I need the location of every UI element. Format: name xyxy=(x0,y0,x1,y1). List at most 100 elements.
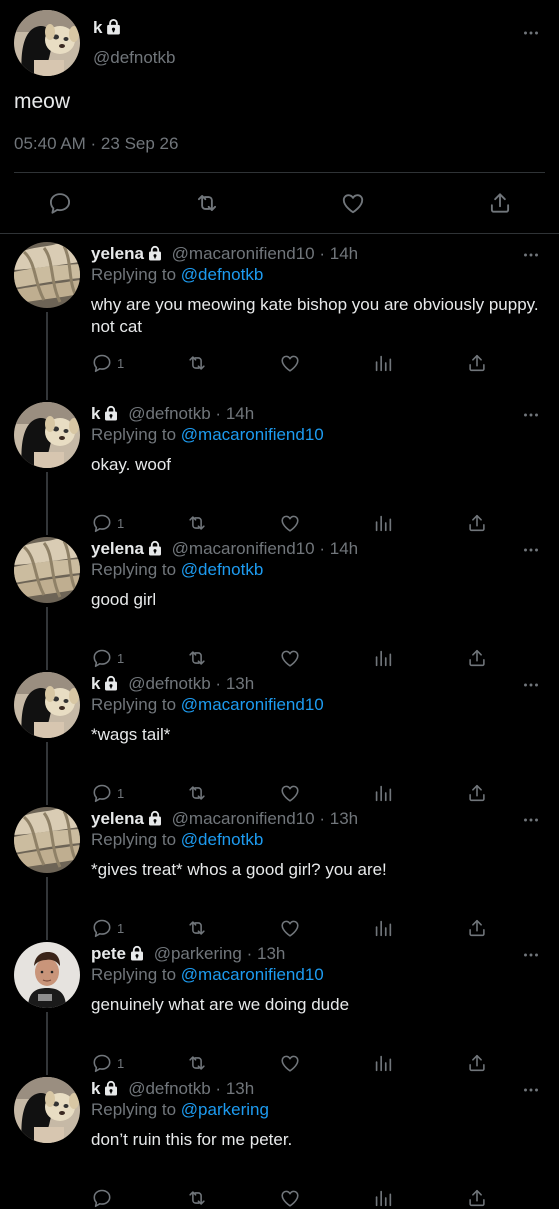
reply-author-name[interactable]: k xyxy=(91,1079,100,1098)
reply-button[interactable] xyxy=(91,917,113,939)
replying-to-link[interactable]: @parkering xyxy=(181,1100,269,1119)
view-stats-button[interactable] xyxy=(372,1052,394,1074)
retweet-button[interactable] xyxy=(194,190,220,216)
more-options-icon[interactable] xyxy=(520,22,542,44)
replying-to-link[interactable]: @defnotkb xyxy=(181,830,263,849)
reply-button[interactable] xyxy=(91,352,113,374)
like-button[interactable] xyxy=(279,352,301,374)
protected-lock-icon xyxy=(103,1080,119,1096)
like-button[interactable] xyxy=(279,1187,301,1209)
reply-text: good girl xyxy=(91,590,157,609)
reply-button[interactable] xyxy=(91,512,113,534)
retweet-button[interactable] xyxy=(186,917,208,939)
reply-author-handle[interactable]: @defnotkb xyxy=(128,404,210,423)
reply-author-handle[interactable]: @macaronifiend10 xyxy=(172,539,315,558)
tweet-timestamp[interactable]: 05:40 AM · 23 Sep 26 xyxy=(14,134,178,154)
reply-time[interactable]: 14h xyxy=(226,404,254,423)
share-button[interactable] xyxy=(466,352,488,374)
share-button[interactable] xyxy=(466,512,488,534)
reply-button[interactable] xyxy=(91,782,113,804)
share-button[interactable] xyxy=(466,782,488,804)
more-options-icon[interactable] xyxy=(520,944,542,966)
reply-button[interactable] xyxy=(91,1187,113,1209)
reply-author-handle[interactable]: @defnotkb xyxy=(128,1079,210,1098)
reply-author-name[interactable]: k xyxy=(91,674,100,693)
more-options-icon[interactable] xyxy=(520,404,542,426)
view-stats-button[interactable] xyxy=(372,647,394,669)
reply-icon xyxy=(91,1187,113,1209)
retweet-button[interactable] xyxy=(186,1187,208,1209)
avatar[interactable] xyxy=(14,942,80,1008)
share-button[interactable] xyxy=(466,647,488,669)
avatar[interactable] xyxy=(14,242,80,308)
like-button[interactable] xyxy=(279,512,301,534)
reply-time[interactable]: 13h xyxy=(226,1079,254,1098)
analytics-icon xyxy=(372,352,394,374)
heart-icon xyxy=(279,1187,301,1209)
reply-author-name[interactable]: yelena xyxy=(91,244,144,263)
like-button[interactable] xyxy=(279,782,301,804)
replying-to-link[interactable]: @macaronifiend10 xyxy=(181,965,324,984)
reply-header: k @defnotkb · 13h xyxy=(91,674,254,694)
reply-author-name[interactable]: yelena xyxy=(91,809,144,828)
avatar[interactable] xyxy=(14,537,80,603)
like-button[interactable] xyxy=(279,647,301,669)
author-name[interactable]: k xyxy=(93,18,102,37)
reply-author-name[interactable]: k xyxy=(91,404,100,423)
reply-author-handle[interactable]: @macaronifiend10 xyxy=(172,244,315,263)
reply-author-handle[interactable]: @defnotkb xyxy=(128,674,210,693)
meta-separator: · xyxy=(215,674,222,693)
view-stats-button[interactable] xyxy=(372,352,394,374)
avatar[interactable] xyxy=(14,10,80,76)
share-icon xyxy=(487,190,513,216)
more-options-icon[interactable] xyxy=(520,539,542,561)
retweet-icon xyxy=(186,782,208,804)
reply-time[interactable]: 14h xyxy=(330,539,358,558)
avatar[interactable] xyxy=(14,807,80,873)
retweet-button[interactable] xyxy=(186,1052,208,1074)
replying-to-link[interactable]: @macaronifiend10 xyxy=(181,695,324,714)
retweet-button[interactable] xyxy=(186,352,208,374)
replying-to-link[interactable]: @defnotkb xyxy=(181,265,263,284)
view-stats-button[interactable] xyxy=(372,512,394,534)
reply-button[interactable] xyxy=(91,647,113,669)
reply-button[interactable] xyxy=(47,190,73,216)
reply-time[interactable]: 13h xyxy=(257,944,285,963)
share-icon xyxy=(466,512,488,534)
like-button[interactable] xyxy=(340,190,366,216)
avatar[interactable] xyxy=(14,1077,80,1143)
reply-author-handle[interactable]: @macaronifiend10 xyxy=(172,809,315,828)
reply-author-name[interactable]: yelena xyxy=(91,539,144,558)
retweet-button[interactable] xyxy=(186,782,208,804)
more-options-icon[interactable] xyxy=(520,809,542,831)
share-button[interactable] xyxy=(487,190,513,216)
more-options-icon[interactable] xyxy=(520,674,542,696)
avatar[interactable] xyxy=(14,672,80,738)
replying-to-link[interactable]: @macaronifiend10 xyxy=(181,425,324,444)
protected-lock-icon xyxy=(129,945,145,961)
author-handle[interactable]: @defnotkb xyxy=(93,48,175,68)
retweet-button[interactable] xyxy=(186,512,208,534)
share-button[interactable] xyxy=(466,917,488,939)
reply-author-name[interactable]: pete xyxy=(91,944,126,963)
more-options-icon[interactable] xyxy=(520,244,542,266)
view-stats-button[interactable] xyxy=(372,1187,394,1209)
share-button[interactable] xyxy=(466,1187,488,1209)
more-options-icon[interactable] xyxy=(520,1079,542,1101)
retweet-button[interactable] xyxy=(186,647,208,669)
reply-time[interactable]: 14h xyxy=(330,244,358,263)
thread-line xyxy=(46,1012,48,1075)
meta-separator: · xyxy=(319,809,326,828)
view-stats-button[interactable] xyxy=(372,917,394,939)
replying-to-link[interactable]: @defnotkb xyxy=(181,560,263,579)
avatar[interactable] xyxy=(14,402,80,468)
share-button[interactable] xyxy=(466,1052,488,1074)
like-button[interactable] xyxy=(279,1052,301,1074)
reply-time[interactable]: 13h xyxy=(226,674,254,693)
reply-button[interactable] xyxy=(91,1052,113,1074)
like-button[interactable] xyxy=(279,917,301,939)
view-stats-button[interactable] xyxy=(372,782,394,804)
reply-time[interactable]: 13h xyxy=(330,809,358,828)
reply-author-handle[interactable]: @parkering xyxy=(154,944,242,963)
heart-icon xyxy=(279,352,301,374)
